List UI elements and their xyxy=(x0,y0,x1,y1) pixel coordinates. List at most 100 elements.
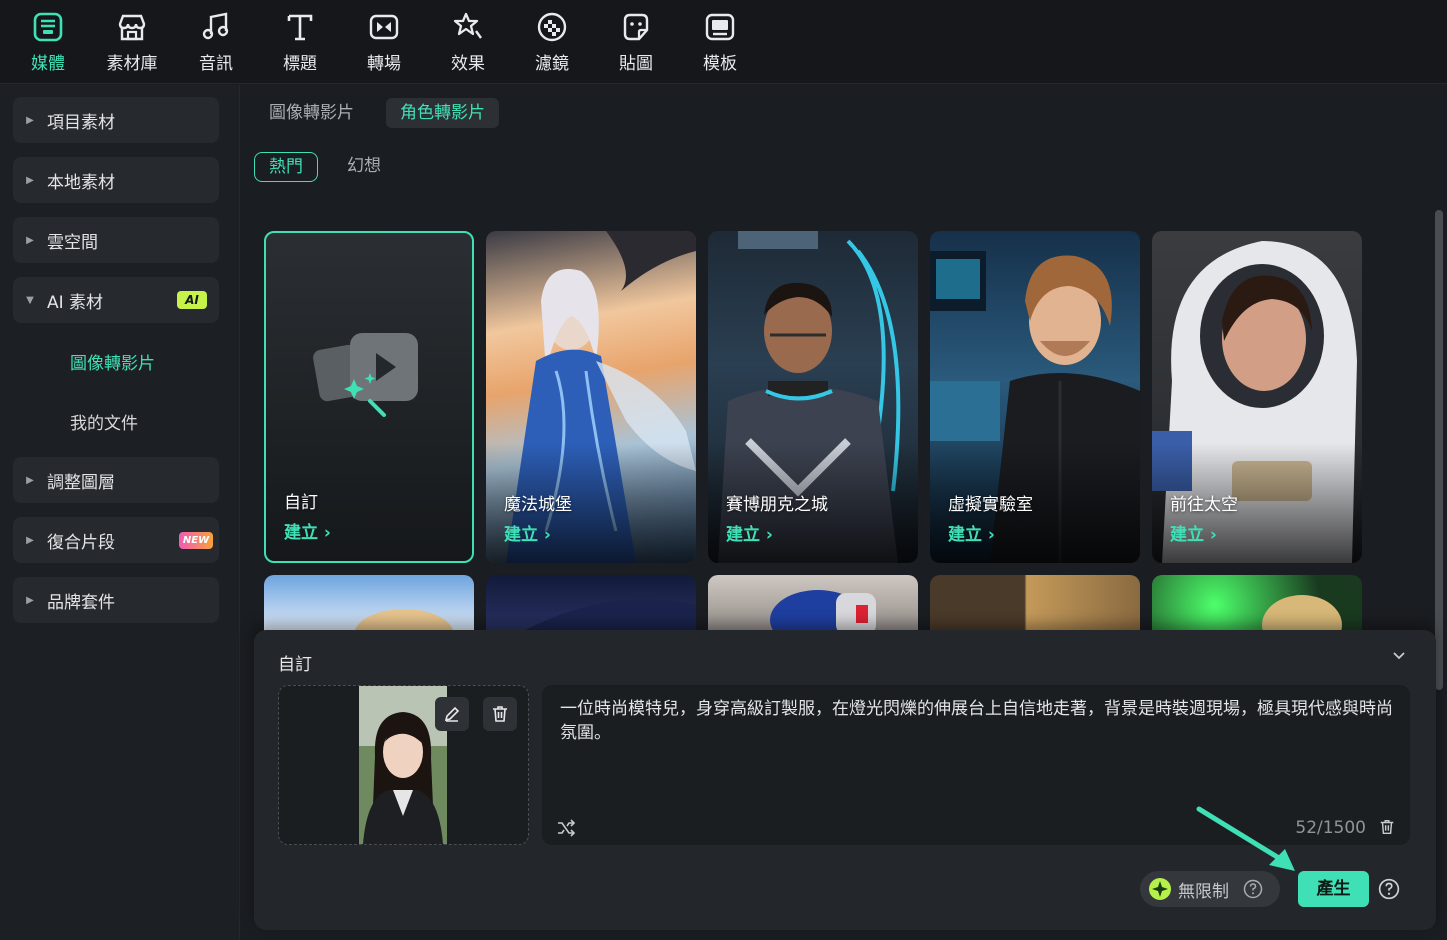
template-card-cyberpunk[interactable]: 賽博朋克之城 建立 › xyxy=(708,231,918,563)
vertical-scrollbar[interactable] xyxy=(1435,210,1443,690)
sticker-icon xyxy=(623,13,649,41)
caret-right-icon: ▶ xyxy=(26,234,34,246)
toolbar-media-button[interactable]: 媒體 xyxy=(6,10,90,76)
card-image-partial xyxy=(354,609,454,635)
toolbar-stock-button[interactable]: 素材庫 xyxy=(90,10,174,76)
caret-right-icon: ▶ xyxy=(26,534,34,546)
template-card-custom[interactable]: 自訂 建立 › xyxy=(264,231,474,563)
card-create-link[interactable]: 建立 › xyxy=(504,520,551,545)
sidebar: ▶ 項目素材 ▶ 本地素材 ▶ 雲空間 ▼ AI 素材 AI 圖像轉影片 我的文… xyxy=(0,85,240,940)
card-image-partial xyxy=(1262,595,1342,635)
sidebar-item-ai-media[interactable]: ▼ AI 素材 AI xyxy=(13,277,219,323)
toolbar-label: 濾鏡 xyxy=(535,54,569,74)
filter-icon xyxy=(537,12,567,42)
help-circle-icon[interactable] xyxy=(1378,878,1400,900)
generate-button[interactable]: 產生 xyxy=(1298,871,1369,907)
sidebar-item-label: 品牌套件 xyxy=(47,592,115,613)
clear-text-trash-icon[interactable] xyxy=(1378,818,1396,836)
sidebar-item-local-media[interactable]: ▶ 本地素材 xyxy=(13,157,219,203)
template-card-row2-3[interactable] xyxy=(708,575,918,635)
template-card-magic-castle[interactable]: 魔法城堡 建立 › xyxy=(486,231,696,563)
image-upload-area[interactable] xyxy=(278,685,529,845)
template-card-row2-1[interactable] xyxy=(264,575,474,635)
card-title: 賽博朋克之城 xyxy=(726,495,828,515)
edit-image-button[interactable] xyxy=(435,697,469,731)
card-title: 魔法城堡 xyxy=(504,495,572,515)
pencil-icon xyxy=(444,706,460,722)
card-create-link[interactable]: 建立 › xyxy=(284,518,331,543)
card-title: 自訂 xyxy=(284,493,318,513)
sidebar-item-cloud[interactable]: ▶ 雲空間 xyxy=(13,217,219,263)
toolbar-label: 轉場 xyxy=(367,54,401,74)
delete-image-button[interactable] xyxy=(483,697,517,731)
caret-right-icon: ▶ xyxy=(26,174,34,186)
caret-down-icon: ▼ xyxy=(26,294,34,306)
tab-character-to-video[interactable]: 角色轉影片 xyxy=(386,98,499,128)
shuffle-icon[interactable] xyxy=(556,819,576,837)
toolbar-filter-button[interactable]: 濾鏡 xyxy=(510,10,594,76)
template-card-row2-2[interactable] xyxy=(486,575,696,635)
sidebar-item-project-media[interactable]: ▶ 項目素材 xyxy=(13,97,219,143)
template-card-row2-4[interactable] xyxy=(930,575,1140,635)
card-create-link[interactable]: 建立 › xyxy=(948,520,995,545)
sidebar-item-compound-clip[interactable]: ▶ 復合片段 NEW xyxy=(13,517,219,563)
sidebar-item-brand-kit[interactable]: ▶ 品牌套件 xyxy=(13,577,219,623)
image-to-video-icon xyxy=(313,333,418,417)
toolbar-label: 效果 xyxy=(451,54,485,74)
sparkle-credit-icon xyxy=(1149,878,1171,900)
toolbar-effects-button[interactable]: 效果 xyxy=(426,10,510,76)
chevron-down-icon[interactable] xyxy=(1392,648,1406,667)
template-card-virtual-lab[interactable]: 虛擬實驗室 建立 › xyxy=(930,231,1140,563)
toolbar-label: 模板 xyxy=(703,54,737,74)
annotation-arrow-icon xyxy=(1196,806,1295,871)
chip-popular[interactable]: 熱門 xyxy=(254,152,318,182)
template-icon xyxy=(705,13,735,41)
portrait-image xyxy=(359,686,447,844)
toolbar-transition-button[interactable]: 轉場 xyxy=(342,10,426,76)
toolbar-sticker-button[interactable]: 貼圖 xyxy=(594,10,678,76)
card-title: 虛擬實驗室 xyxy=(948,495,1033,515)
sidebar-subitem-my-files[interactable]: 我的文件 xyxy=(70,409,138,434)
help-circle-icon[interactable] xyxy=(1243,879,1263,899)
toolbar-label: 貼圖 xyxy=(619,54,653,74)
toolbar-label: 音訊 xyxy=(199,54,233,74)
sidebar-subitem-image-to-video[interactable]: 圖像轉影片 xyxy=(70,349,155,374)
card-create-link[interactable]: 建立 › xyxy=(1170,520,1217,545)
sidebar-item-label: 雲空間 xyxy=(47,232,98,253)
card-title: 前往太空 xyxy=(1170,495,1238,515)
transition-icon xyxy=(369,14,399,40)
caret-right-icon: ▶ xyxy=(26,594,34,606)
title-icon xyxy=(287,14,313,41)
template-card-row2-5[interactable] xyxy=(1152,575,1362,635)
panel-title: 自訂 xyxy=(278,655,312,675)
uploaded-image-thumbnail xyxy=(359,686,447,844)
unlimited-label: 無限制 xyxy=(1178,881,1229,902)
template-card-space[interactable]: 前往太空 建立 › xyxy=(1152,231,1362,563)
card-image-partial xyxy=(770,590,876,635)
ai-badge: AI xyxy=(177,291,207,309)
caret-right-icon: ▶ xyxy=(26,474,34,486)
sidebar-item-label: 本地素材 xyxy=(47,172,115,193)
card-create-link[interactable]: 建立 › xyxy=(726,520,773,545)
effects-icon xyxy=(453,12,482,39)
toolbar-label: 媒體 xyxy=(31,54,65,74)
character-count: 52/1500 xyxy=(1295,818,1366,838)
toolbar-label: 標題 xyxy=(283,54,317,74)
prompt-text: 一位時尚模特兒，身穿高級訂製服，在燈光閃爍的伸展台上自信地走著，背景是時裝週現場… xyxy=(560,699,1393,743)
toolbar-title-button[interactable]: 標題 xyxy=(258,10,342,76)
card-image-partial xyxy=(516,599,696,635)
sidebar-item-label: 調整圖層 xyxy=(47,472,115,493)
sidebar-item-label: 項目素材 xyxy=(47,112,115,133)
tab-image-to-video[interactable]: 圖像轉影片 xyxy=(255,98,368,128)
toolbar-template-button[interactable]: 模板 xyxy=(678,10,762,76)
toolbar-audio-button[interactable]: 音訊 xyxy=(174,10,258,76)
sidebar-item-label: 復合片段 xyxy=(47,532,115,553)
top-toolbar: 媒體 素材庫 音訊 標題 轉場 效果 濾鏡 貼圖 模板 xyxy=(0,0,1447,84)
chip-fantasy[interactable]: 幻想 xyxy=(333,152,395,182)
trash-icon xyxy=(493,706,507,722)
sidebar-item-label: AI 素材 xyxy=(47,292,104,313)
media-icon xyxy=(33,12,63,42)
custom-generate-panel: 自訂 一位時尚模特兒，身穿高級訂製服，在燈光閃爍的伸展台上自信地走著，背景是時裝… xyxy=(254,630,1436,930)
sidebar-item-adjustment-layer[interactable]: ▶ 調整圖層 xyxy=(13,457,219,503)
toolbar-label: 素材庫 xyxy=(106,54,158,74)
